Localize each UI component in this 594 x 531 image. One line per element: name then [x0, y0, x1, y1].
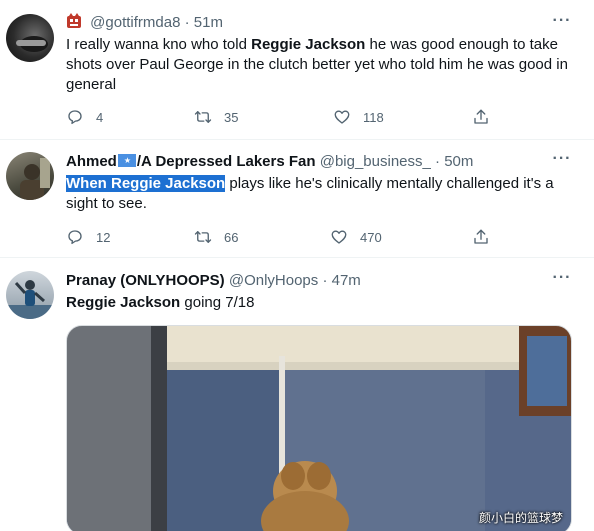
display-name[interactable]: Pranay (ONLYHOOPS) — [66, 272, 225, 289]
dog-photo — [67, 326, 571, 531]
separator: · — [322, 272, 328, 289]
retweet-icon — [194, 111, 212, 123]
tweet-text: Reggie Jackson going 7/18 — [66, 293, 576, 313]
tweet-actions: 12 66 470 — [66, 227, 506, 247]
share-button[interactable] — [472, 227, 502, 247]
retweet-icon — [194, 231, 212, 243]
reply-icon — [68, 110, 82, 125]
more-dots-icon[interactable]: ··· — [552, 270, 572, 291]
avatar[interactable] — [6, 14, 54, 62]
display-name-text: Ahmed — [66, 153, 117, 170]
retweet-count: 35 — [224, 109, 239, 125]
avatar-image — [16, 36, 48, 52]
share-icon — [474, 229, 488, 244]
share-icon — [474, 109, 488, 124]
more-dots-icon[interactable]: ··· — [552, 13, 572, 34]
reply-count: 4 — [96, 109, 104, 125]
tweet-text: I really wanna kno who told Reggie Jacks… — [66, 35, 576, 95]
flag-icon: ★ — [117, 154, 136, 167]
tweet-header: Pranay (ONLYHOOPS) @OnlyHoops · 47m — [66, 271, 361, 291]
selected-text: When Reggie Jackson — [66, 175, 226, 192]
heart-icon — [331, 230, 347, 244]
reply-count: 12 — [96, 229, 111, 245]
display-name-suffix: /A Depressed Lakers Fan — [136, 153, 316, 170]
tweet-text: When Reggie Jackson plays like he's clin… — [66, 174, 576, 214]
tweet-1[interactable]: @gottifrmda8 · 51m ··· I really wanna kn… — [0, 0, 594, 140]
tweet-media-image[interactable]: 颜小白的篮球梦 — [66, 325, 572, 531]
watermark-text: 颜小白的篮球梦 — [478, 511, 563, 525]
avatar-image — [20, 158, 50, 200]
tweet-text-mention: Reggie Jackson — [66, 294, 181, 311]
separator: · — [184, 14, 190, 31]
tweet-time[interactable]: 50m — [444, 153, 473, 170]
avatar[interactable] — [6, 152, 54, 200]
tweet-2[interactable]: Ahmed ★/A Depressed Lakers Fan @big_busin… — [0, 140, 594, 258]
like-count: 118 — [363, 109, 384, 125]
like-count: 470 — [360, 229, 382, 245]
user-handle[interactable]: @big_business_ — [320, 153, 431, 170]
separator: · — [435, 153, 441, 170]
more-dots-icon[interactable]: ··· — [552, 151, 572, 172]
tweet-text-rest: going 7/18 — [180, 294, 255, 311]
avatar-image — [6, 280, 54, 319]
heart-icon — [334, 110, 350, 124]
tweet-time[interactable]: 51m — [194, 14, 223, 31]
like-button[interactable]: 470 — [330, 227, 382, 247]
tweet-header: @gottifrmda8 · 51m — [66, 13, 223, 33]
tweet-actions: 4 35 118 — [66, 107, 506, 127]
user-handle[interactable]: @gottifrmda8 — [90, 14, 180, 31]
tweet-header: Ahmed ★/A Depressed Lakers Fan @big_busin… — [66, 152, 473, 172]
reply-button[interactable]: 4 — [66, 107, 103, 127]
display-name[interactable]: Ahmed ★/A Depressed Lakers Fan — [66, 153, 316, 170]
retweet-button[interactable]: 35 — [194, 107, 238, 127]
like-button[interactable]: 118 — [333, 107, 384, 127]
emoji-badge-icon — [66, 13, 82, 29]
retweet-count: 66 — [224, 229, 239, 245]
retweet-button[interactable]: 66 — [194, 227, 238, 247]
reply-icon — [68, 230, 82, 245]
tweet-time[interactable]: 47m — [332, 272, 361, 289]
reply-button[interactable]: 12 — [66, 227, 110, 247]
share-button[interactable] — [472, 107, 502, 127]
tweet-text-mention: Reggie Jackson — [251, 36, 366, 53]
tweet-text-part: I really wanna kno who told — [66, 36, 252, 53]
avatar[interactable] — [6, 271, 54, 319]
user-handle[interactable]: @OnlyHoops — [229, 272, 318, 289]
